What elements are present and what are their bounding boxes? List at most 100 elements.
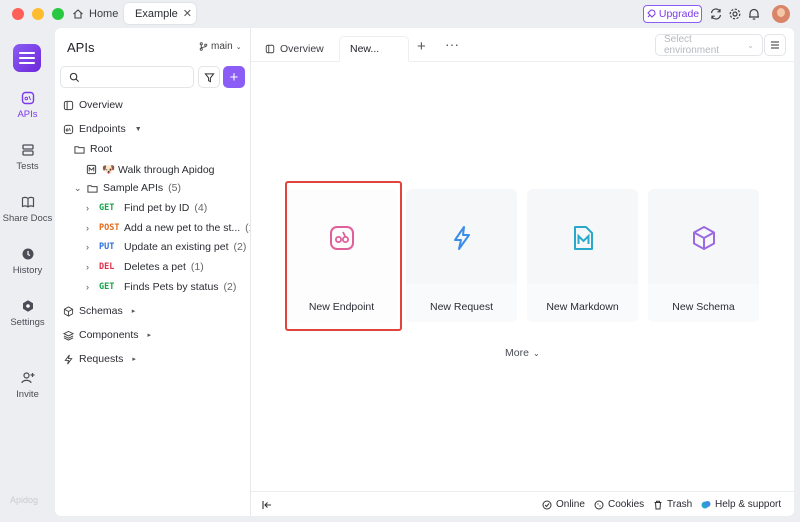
- app-logo: [13, 44, 41, 72]
- endpoint-row[interactable]: › GET Find pet by ID (4): [86, 199, 207, 217]
- help-support-button[interactable]: Help & support: [701, 499, 781, 510]
- chevron-down-icon: ⌄: [747, 40, 754, 50]
- tab-new-label: New...: [350, 43, 380, 55]
- more-button[interactable]: More ⌄: [505, 347, 540, 359]
- tab-new[interactable]: New...: [339, 36, 409, 62]
- ellipsis-icon: ···: [445, 36, 459, 52]
- tree-item-endpoints[interactable]: Endpoints ▼: [63, 120, 142, 138]
- tree-label-walkthrough: 🐶 Walk through Apidog: [102, 163, 215, 176]
- environment-select[interactable]: Select environment ⌄: [655, 34, 763, 56]
- new-tab-button[interactable]: +: [417, 38, 426, 55]
- add-button[interactable]: +: [223, 66, 245, 88]
- endpoint-row[interactable]: › POST Add a new pet to the st... (1): [86, 219, 258, 237]
- upgrade-label: Upgrade: [658, 8, 700, 20]
- tests-icon: [21, 144, 34, 156]
- minimize-window-button[interactable]: [32, 8, 44, 20]
- endpoint-row[interactable]: › PUT Update an existing pet (2): [86, 238, 246, 256]
- chevron-right-icon[interactable]: ›: [86, 223, 94, 233]
- book-icon: [21, 196, 34, 208]
- caret-icon: ▸: [147, 332, 152, 339]
- tree-item-components[interactable]: Components ▸: [63, 326, 151, 344]
- card-label: New Schema: [672, 301, 735, 313]
- menu-button[interactable]: [764, 34, 786, 56]
- zoom-window-button[interactable]: [52, 8, 64, 20]
- tree-item-walkthrough[interactable]: 🐶 Walk through Apidog: [86, 160, 215, 178]
- branch-selector[interactable]: main ⌄: [199, 41, 242, 52]
- apis-icon: [21, 91, 34, 105]
- rail-label-settings: Settings: [10, 317, 45, 328]
- tree-item-sample-apis[interactable]: ⌄ Sample APIs (5): [74, 179, 181, 197]
- apidog-footer-logo: Apidog: [10, 495, 39, 505]
- help-label: Help & support: [715, 499, 782, 510]
- close-tab-icon[interactable]: ✕: [183, 7, 192, 20]
- chevron-down-icon[interactable]: ⌄: [74, 183, 82, 194]
- tab-home[interactable]: Home: [64, 4, 126, 24]
- lightning-icon: [454, 226, 470, 250]
- endpoint-count: (2): [233, 241, 247, 253]
- caret-icon: ▼: [134, 125, 142, 133]
- close-window-button[interactable]: [12, 8, 24, 20]
- endpoint-row[interactable]: › DEL Deletes a pet (1): [86, 258, 204, 276]
- tree-item-requests[interactable]: Requests ▸: [63, 350, 136, 368]
- home-icon: [73, 9, 83, 19]
- rail-item-invite[interactable]: Invite: [0, 371, 55, 400]
- tree-label-sample-apis: Sample APIs: [103, 182, 164, 194]
- status-bar: Online Cookies Trash Help & support: [251, 491, 794, 516]
- endpoint-name: Deletes a pet: [124, 261, 186, 273]
- endpoint-row[interactable]: › GET Finds Pets by status (2): [86, 278, 236, 296]
- window-controls: [12, 8, 64, 20]
- tree-label-requests: Requests: [79, 353, 124, 365]
- tree-label-components: Components: [79, 329, 139, 341]
- chevron-down-icon: ⌄: [532, 348, 540, 358]
- cookies-button[interactable]: Cookies: [594, 499, 644, 510]
- endpoint-name: Add a new pet to the st...: [124, 222, 241, 234]
- tab-overview-label: Overview: [280, 43, 324, 55]
- upgrade-button[interactable]: Upgrade: [643, 5, 702, 23]
- new-request-card[interactable]: New Request: [406, 189, 517, 322]
- more-tabs-button[interactable]: ···: [445, 36, 459, 52]
- new-schema-card[interactable]: New Schema: [648, 189, 759, 322]
- rail-item-tests[interactable]: Tests: [0, 143, 55, 172]
- sync-icon[interactable]: [709, 7, 723, 21]
- method-badge: POST: [99, 223, 120, 233]
- rail-item-settings[interactable]: Settings: [0, 299, 55, 328]
- online-status[interactable]: Online: [542, 499, 585, 510]
- bell-icon[interactable]: [747, 7, 761, 21]
- trash-icon: [654, 500, 662, 509]
- search-icon: [69, 72, 80, 83]
- endpoint-count: (4): [194, 202, 208, 214]
- tab-overview[interactable]: Overview: [255, 36, 334, 62]
- collapse-sidebar-icon[interactable]: [262, 500, 272, 510]
- rail-item-apis[interactable]: APIs: [0, 91, 55, 120]
- layers-icon: [63, 330, 74, 341]
- avatar[interactable]: [772, 5, 790, 23]
- tree-item-schemas[interactable]: Schemas ▸: [63, 302, 135, 320]
- tab-example[interactable]: Example ✕: [124, 3, 196, 24]
- tree-item-root[interactable]: Root: [74, 140, 112, 158]
- chevron-right-icon[interactable]: ›: [86, 282, 94, 292]
- cookie-icon: [594, 500, 604, 509]
- rail-item-history[interactable]: History: [0, 247, 55, 276]
- search-input[interactable]: [60, 66, 194, 88]
- rail-label-apis: APIs: [17, 109, 38, 120]
- tree-label-overview: Overview: [79, 99, 123, 111]
- new-markdown-card[interactable]: New Markdown: [527, 189, 638, 322]
- endpoint-count: (1): [190, 261, 204, 273]
- chevron-right-icon[interactable]: ›: [86, 203, 94, 213]
- filter-button[interactable]: [198, 66, 220, 88]
- folder-icon: [74, 145, 85, 154]
- chevron-right-icon[interactable]: ›: [86, 242, 94, 252]
- trash-button[interactable]: Trash: [653, 499, 692, 510]
- gear-icon[interactable]: [728, 7, 742, 21]
- tree-label-root: Root: [90, 143, 113, 155]
- rail-label-invite: Invite: [16, 389, 39, 400]
- endpoint-name: Find pet by ID: [124, 202, 190, 214]
- tree-label-schemas: Schemas: [79, 305, 123, 317]
- rail-item-share-docs[interactable]: Share Docs: [0, 195, 55, 224]
- card-label: New Request: [429, 301, 494, 313]
- chevron-right-icon[interactable]: ›: [86, 262, 94, 272]
- tree-item-overview[interactable]: Overview: [63, 96, 123, 114]
- apis-sidebar: APIs main ⌄ + Overview Endpoints ▼ Root …: [55, 28, 258, 516]
- check-circle-icon: [542, 500, 552, 509]
- branch-label: main: [211, 41, 233, 52]
